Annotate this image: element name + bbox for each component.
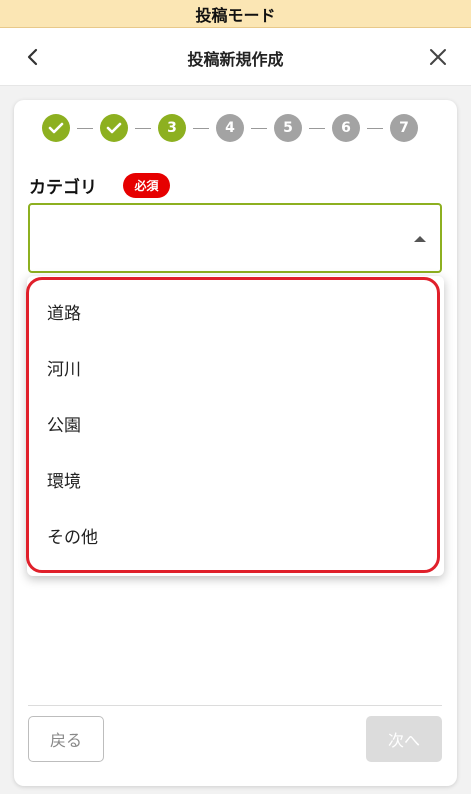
category-option-park[interactable]: 公園 xyxy=(47,408,407,438)
step-connector xyxy=(309,127,325,129)
post-form-card: 3 4 5 6 7 カテゴリ 必須 道路 河川 公園 環境 その他 戻る 次へ xyxy=(14,100,457,786)
required-badge: 必須 xyxy=(123,173,170,198)
step-connector xyxy=(77,127,93,129)
step-connector xyxy=(367,127,383,129)
back-button[interactable]: 戻る xyxy=(28,716,104,762)
close-button[interactable] xyxy=(425,44,451,70)
step-7: 7 xyxy=(390,114,418,142)
step-connector xyxy=(135,127,151,129)
step-3: 3 xyxy=(158,114,186,142)
nav-bar: 投稿新規作成 xyxy=(0,28,471,86)
category-option-river[interactable]: 河川 xyxy=(47,352,407,382)
check-icon xyxy=(106,122,122,134)
page-title: 投稿新規作成 xyxy=(187,50,284,69)
category-option-environment[interactable]: 環境 xyxy=(47,464,407,494)
check-icon xyxy=(48,122,64,134)
step-connector xyxy=(193,127,209,129)
step-5: 5 xyxy=(274,114,302,142)
step-1 xyxy=(42,114,70,142)
category-dropdown: 道路 河川 公園 環境 その他 xyxy=(26,276,444,576)
close-icon xyxy=(430,49,446,65)
mode-bar-label: 投稿モード xyxy=(195,5,276,25)
footer-divider xyxy=(28,705,442,706)
step-connector xyxy=(251,127,267,129)
category-option-other[interactable]: その他 xyxy=(47,520,407,550)
step-6: 6 xyxy=(332,114,360,142)
category-option-road[interactable]: 道路 xyxy=(47,296,407,326)
mode-bar: 投稿モード xyxy=(0,0,471,28)
step-indicator: 3 4 5 6 7 xyxy=(42,114,430,142)
next-button[interactable]: 次へ xyxy=(366,716,442,762)
step-2 xyxy=(100,114,128,142)
category-select[interactable] xyxy=(28,203,442,273)
category-label: カテゴリ xyxy=(29,178,97,198)
step-4: 4 xyxy=(216,114,244,142)
caret-up-icon xyxy=(414,236,426,242)
